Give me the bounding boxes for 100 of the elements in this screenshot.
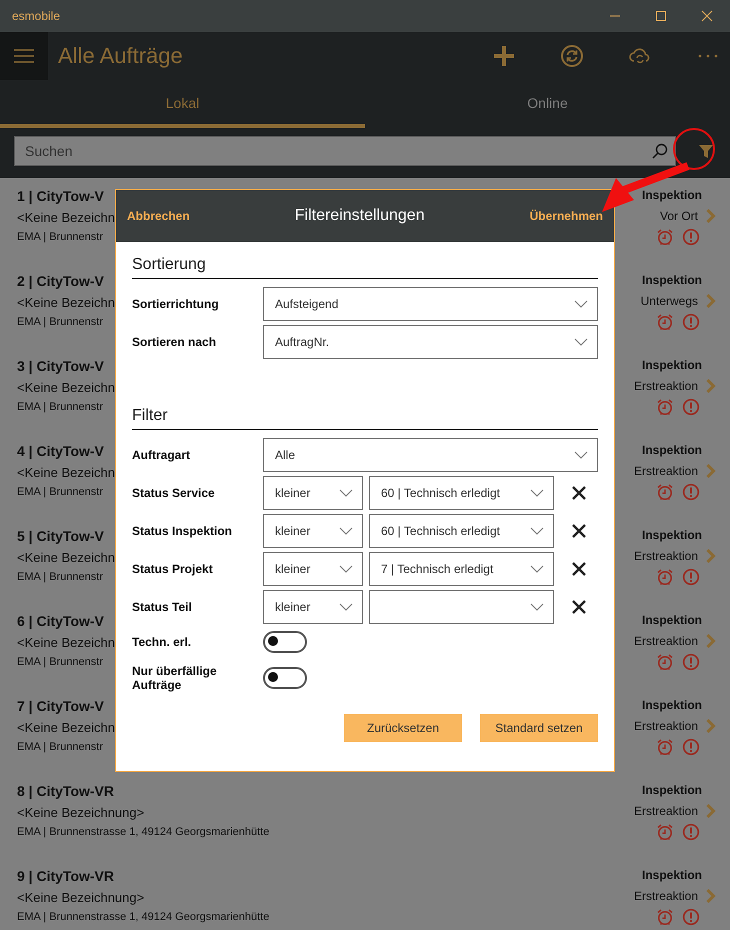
- chevron-down-icon: [339, 527, 353, 535]
- order-title: 4 | CityTow-V: [17, 443, 105, 459]
- order-description: <Keine Bezeichn: [17, 550, 115, 565]
- order-type: Inspektion: [642, 188, 702, 202]
- chevron-down-icon: [530, 603, 544, 611]
- chevron-down-icon: [574, 338, 588, 346]
- status-dropdown[interactable]: 7 | Technisch erledigt: [369, 552, 554, 586]
- toggle-switch[interactable]: [263, 631, 307, 653]
- dropdown[interactable]: Alle: [263, 438, 598, 472]
- order-type: Inspektion: [642, 698, 702, 712]
- field-label: Status Inspektion: [132, 524, 234, 538]
- order-status: Erstreaktion: [634, 804, 698, 818]
- order-title: 1 | CityTow-V: [17, 188, 105, 204]
- order-address: EMA | Brunnenstr: [17, 656, 104, 668]
- warning-icon: [682, 483, 700, 501]
- search-icon[interactable]: [652, 143, 668, 159]
- warning-icon: [682, 908, 700, 926]
- order-description: <Keine Bezeichn: [17, 465, 115, 480]
- alarm-clock-icon: [656, 228, 674, 246]
- order-address: EMA | Brunnenstrasse 1, 49124 Georgsmarienhütte: [17, 911, 270, 923]
- chevron-down-icon: [339, 603, 353, 611]
- clear-icon[interactable]: [572, 600, 586, 614]
- order-type: Inspektion: [642, 358, 702, 372]
- alarm-clock-icon: [656, 313, 674, 331]
- order-type: Inspektion: [642, 783, 702, 797]
- order-title: 6 | CityTow-V: [17, 613, 105, 629]
- warning-icon: [682, 313, 700, 331]
- order-status: Erstreaktion: [634, 889, 698, 903]
- field-label: Nur überfällige Aufträge: [132, 664, 218, 692]
- field-label: Sortieren nach: [132, 335, 218, 349]
- order-description: <Keine Bezeichnung>: [17, 890, 146, 905]
- order-status: Erstreaktion: [634, 719, 698, 733]
- warning-icon: [682, 823, 700, 841]
- warning-icon: [682, 653, 700, 671]
- operator-dropdown[interactable]: kleiner: [263, 514, 363, 548]
- order-description: <Keine Bezeichn: [17, 635, 115, 650]
- order-type: Inspektion: [642, 528, 702, 542]
- order-type: Inspektion: [642, 443, 702, 457]
- alarm-clock-icon: [656, 398, 674, 416]
- order-address: EMA | Brunnenstr: [17, 741, 104, 753]
- clear-icon[interactable]: [572, 562, 586, 576]
- dropdown[interactable]: AuftragNr.: [263, 325, 598, 359]
- status-dropdown[interactable]: [369, 590, 554, 624]
- dropdown[interactable]: Aufsteigend: [263, 287, 598, 321]
- section-heading: Filter: [132, 407, 598, 430]
- order-address: EMA | Brunnenstrasse 1, 49124 Georgsmarienhütte: [17, 826, 270, 838]
- toggle-switch[interactable]: [263, 667, 307, 689]
- clear-icon[interactable]: [572, 486, 586, 500]
- order-type: Inspektion: [642, 613, 702, 627]
- order-type: Inspektion: [642, 273, 702, 287]
- highlight-circle: [672, 127, 716, 171]
- order-type: Inspektion: [642, 868, 702, 882]
- apply-button[interactable]: Übernehmen: [530, 209, 603, 223]
- operator-dropdown[interactable]: kleiner: [263, 590, 363, 624]
- sync-icon[interactable]: [560, 44, 584, 68]
- dialog-button[interactable]: Zurücksetzen: [344, 714, 462, 742]
- clear-icon[interactable]: [572, 524, 586, 538]
- order-title: 2 | CityTow-V: [17, 273, 105, 289]
- order-title: 7 | CityTow-V: [17, 698, 105, 714]
- warning-icon: [682, 568, 700, 586]
- operator-dropdown[interactable]: kleiner: [263, 476, 363, 510]
- order-title: 8 | CityTow-VR: [17, 783, 115, 799]
- tab[interactable]: Online: [365, 80, 730, 128]
- chevron-down-icon: [574, 300, 588, 308]
- warning-icon: [682, 738, 700, 756]
- order-description: <Keine Bezeichnung>: [17, 805, 146, 820]
- chevron-down-icon: [574, 451, 588, 459]
- warning-icon: [682, 228, 700, 246]
- order-address: EMA | Brunnenstr: [17, 486, 104, 498]
- order-description: <Keine Bezeichn: [17, 295, 115, 310]
- alarm-clock-icon: [656, 483, 674, 501]
- alarm-clock-icon: [656, 908, 674, 926]
- order-description: <Keine Bezeichn: [17, 720, 115, 735]
- order-status: Erstreaktion: [634, 634, 698, 648]
- plus-icon[interactable]: [492, 44, 516, 68]
- order-title: 3 | CityTow-V: [17, 358, 105, 374]
- order-description: <Keine Bezeichn: [17, 380, 115, 395]
- order-status: Erstreaktion: [634, 379, 698, 393]
- chevron-down-icon: [530, 565, 544, 573]
- order-status: Unterwegs: [640, 294, 698, 308]
- search-field[interactable]: Suchen: [14, 136, 676, 166]
- order-address: EMA | Brunnenstr: [17, 401, 104, 413]
- order-address: EMA | Brunnenstr: [17, 571, 104, 583]
- field-label: Status Service: [132, 486, 216, 500]
- alarm-clock-icon: [656, 738, 674, 756]
- status-dropdown[interactable]: 60 | Technisch erledigt: [369, 476, 554, 510]
- section-heading: Sortierung: [132, 256, 598, 279]
- order-address: EMA | Brunnenstr: [17, 231, 104, 243]
- status-dropdown[interactable]: 60 | Technisch erledigt: [369, 514, 554, 548]
- order-status: Erstreaktion: [634, 464, 698, 478]
- dialog-button[interactable]: Standard setzen: [480, 714, 598, 742]
- menu-icon[interactable]: [0, 32, 48, 80]
- order-title: 9 | CityTow-VR: [17, 868, 115, 884]
- order-address: EMA | Brunnenstr: [17, 316, 104, 328]
- window-title: esmobile: [11, 9, 60, 23]
- dialog-title: Filtereinstellungen: [294, 207, 425, 225]
- operator-dropdown[interactable]: kleiner: [263, 552, 363, 586]
- cancel-button[interactable]: Abbrechen: [127, 209, 190, 223]
- field-label: Status Projekt: [132, 562, 214, 576]
- warning-icon: [682, 398, 700, 416]
